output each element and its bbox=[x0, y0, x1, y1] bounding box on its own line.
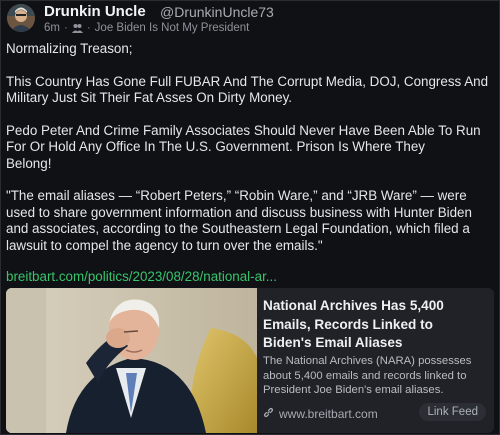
post-paragraph: Normalizing Treason; bbox=[6, 41, 133, 56]
card-description: The National Archives (NARA) possesses a… bbox=[263, 355, 472, 396]
post-quote-paragraph: "The email aliases — “Robert Peters,” “R… bbox=[6, 188, 472, 253]
post-link[interactable]: breitbart.com/politics/2023/08/28/nation… bbox=[6, 269, 277, 284]
link-preview-card[interactable]: National Archives Has 5,400 Emails, Reco… bbox=[6, 288, 494, 433]
group-icon bbox=[71, 23, 83, 33]
author-handle[interactable]: @DrunkinUncle73 bbox=[160, 4, 274, 20]
author-display-name[interactable]: Drunkin Uncle bbox=[44, 3, 146, 20]
avatar-photo-icon bbox=[7, 4, 35, 32]
group-name-link[interactable]: Joe Biden Is Not My President bbox=[95, 22, 250, 34]
post-time[interactable]: 6m bbox=[44, 22, 60, 34]
post-container: Drunkin Uncle @DrunkinUncle73 6m · · Joe… bbox=[0, 0, 500, 435]
post-paragraph: Pedo Peter And Crime Family Associates S… bbox=[6, 122, 481, 171]
card-thumbnail-image[interactable] bbox=[6, 288, 257, 433]
post-paragraph: This Country Has Gone Full FUBAR And The… bbox=[6, 73, 489, 106]
avatar[interactable] bbox=[7, 4, 35, 32]
card-title[interactable]: National Archives Has 5,400 Emails, Reco… bbox=[263, 297, 485, 353]
post-meta: 6m · · Joe Biden Is Not My President bbox=[44, 22, 249, 34]
meta-separator-2: · bbox=[86, 22, 91, 34]
meta-separator: · bbox=[63, 22, 68, 34]
card-domain: www.breitbart.com bbox=[279, 407, 378, 421]
card-source[interactable]: www.breitbart.com bbox=[263, 407, 378, 421]
link-feed-button[interactable]: Link Feed bbox=[419, 403, 486, 421]
post-body: Normalizing Treason; This Country Has Go… bbox=[6, 41, 494, 254]
link-icon bbox=[263, 407, 274, 421]
